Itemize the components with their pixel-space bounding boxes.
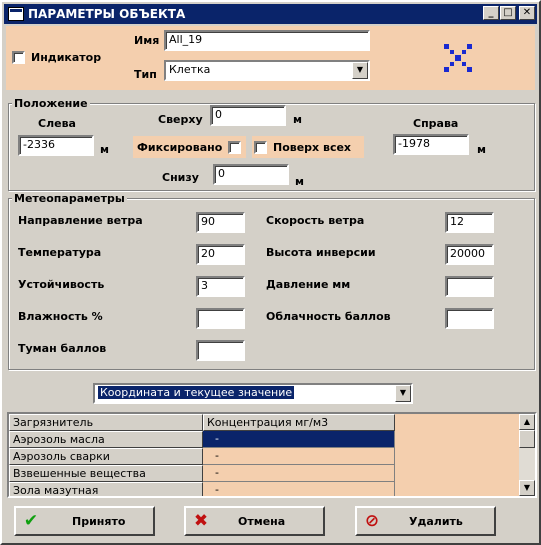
wind-dir-label: Направление ветра bbox=[18, 214, 143, 227]
table-row-header[interactable]: Зола мазутная bbox=[9, 482, 203, 496]
fog-input[interactable] bbox=[196, 340, 245, 361]
humidity-input[interactable] bbox=[196, 308, 245, 329]
meteo-group-label: Метеопараметры bbox=[12, 192, 127, 205]
cancel-button[interactable]: ✖ Отмена bbox=[184, 506, 325, 536]
pressure-input[interactable] bbox=[445, 276, 494, 297]
type-value: Клетка bbox=[169, 63, 211, 76]
window-title: ПАРАМЕТРЫ ОБЪЕКТА bbox=[28, 7, 186, 21]
accept-label: Принято bbox=[72, 514, 126, 528]
table-cell[interactable]: - bbox=[203, 448, 395, 465]
stability-input[interactable]: 3 bbox=[196, 276, 245, 297]
column-header-concentration[interactable]: Концентрация мг/м3 bbox=[203, 414, 395, 431]
mode-value: Координата и текущее значение bbox=[98, 386, 295, 399]
accept-button[interactable]: ✔ Принято bbox=[14, 506, 155, 536]
vertical-scrollbar[interactable]: ▲ ▼ bbox=[519, 414, 535, 496]
cancel-label: Отмена bbox=[238, 514, 286, 528]
right-unit: м bbox=[477, 143, 486, 156]
wind-speed-input[interactable]: 12 bbox=[445, 212, 494, 233]
humidity-label: Влажность % bbox=[18, 310, 103, 323]
fog-label: Туман баллов bbox=[18, 342, 107, 355]
type-select[interactable]: Клетка ▼ bbox=[164, 60, 370, 81]
left-input[interactable]: -2336 bbox=[18, 135, 94, 156]
delete-label: Удалить bbox=[409, 514, 463, 528]
scroll-down-icon[interactable]: ▼ bbox=[519, 480, 535, 496]
cell-value: - bbox=[215, 432, 219, 445]
indicator-checkbox[interactable] bbox=[12, 51, 25, 64]
table-row-header[interactable]: Аэрозоль масла bbox=[9, 431, 203, 448]
checkmark-icon: ✔ bbox=[23, 511, 39, 531]
cell-value: - bbox=[215, 449, 219, 462]
right-label: Справа bbox=[413, 117, 459, 130]
delete-button[interactable]: ⊘ Удалить bbox=[355, 506, 496, 536]
cloud-input[interactable] bbox=[445, 308, 494, 329]
scroll-thumb[interactable] bbox=[519, 430, 535, 448]
top-label: Сверху bbox=[158, 113, 203, 126]
indicator-label: Индикатор bbox=[31, 51, 102, 64]
cell-value: - bbox=[215, 483, 219, 496]
inversion-input[interactable]: 20000 bbox=[445, 244, 494, 265]
ontop-checkbox[interactable] bbox=[254, 141, 267, 154]
bottom-unit: м bbox=[295, 175, 304, 188]
fixed-label: Фиксировано bbox=[137, 141, 223, 154]
temperature-label: Температура bbox=[18, 246, 102, 259]
position-group-label: Положение bbox=[12, 97, 90, 110]
right-input[interactable]: -1978 bbox=[393, 134, 469, 155]
cross-icon: ✖ bbox=[193, 511, 209, 531]
pressure-label: Давление мм bbox=[266, 278, 351, 291]
ontop-label: Поверх всех bbox=[273, 141, 352, 154]
type-label: Тип bbox=[134, 68, 157, 81]
object-panel: Индикатор Имя All_19 Тип Клетка ▼ bbox=[6, 26, 535, 90]
scroll-up-icon[interactable]: ▲ bbox=[519, 414, 535, 430]
table-cell[interactable]: - bbox=[203, 465, 395, 482]
wind-dir-input[interactable]: 90 bbox=[196, 212, 245, 233]
cell-value: - bbox=[215, 466, 219, 479]
fixed-checkbox[interactable] bbox=[228, 141, 241, 154]
inversion-label: Высота инверсии bbox=[266, 246, 376, 259]
temperature-input[interactable]: 20 bbox=[196, 244, 245, 265]
bottom-label: Снизу bbox=[162, 171, 199, 184]
maximize-button[interactable]: □ bbox=[500, 6, 516, 20]
cloud-label: Облачность баллов bbox=[266, 310, 391, 323]
object-type-icon bbox=[442, 42, 474, 74]
mode-select[interactable]: Координата и текущее значение ▼ bbox=[93, 383, 413, 404]
chevron-down-icon[interactable]: ▼ bbox=[395, 385, 411, 402]
left-label: Слева bbox=[38, 117, 76, 130]
close-button[interactable]: ✕ bbox=[519, 6, 535, 20]
left-unit: м bbox=[100, 143, 109, 156]
wind-speed-label: Скорость ветра bbox=[266, 214, 365, 227]
minimize-button[interactable]: _ bbox=[483, 6, 499, 20]
table-cell[interactable]: - bbox=[203, 482, 395, 496]
stability-label: Устойчивость bbox=[18, 278, 105, 291]
name-label: Имя bbox=[134, 34, 160, 47]
table-row-header[interactable]: Взвешенные вещества bbox=[9, 465, 203, 482]
table-row-header[interactable]: Аэрозоль сварки bbox=[9, 448, 203, 465]
top-unit: м bbox=[293, 113, 302, 126]
pollutant-table: Загрязнитель Концентрация мг/м3 Аэрозоль… bbox=[7, 412, 537, 498]
bottom-input[interactable]: 0 bbox=[213, 164, 289, 185]
no-entry-icon: ⊘ bbox=[364, 511, 380, 531]
chevron-down-icon[interactable]: ▼ bbox=[352, 62, 368, 79]
column-header-pollutant[interactable]: Загрязнитель bbox=[9, 414, 203, 431]
top-input[interactable]: 0 bbox=[210, 105, 286, 126]
table-cell[interactable]: - bbox=[203, 431, 395, 448]
name-input[interactable]: All_19 bbox=[164, 30, 370, 51]
dialog-window: ПАРАМЕТРЫ ОБЪЕКТА _ □ ✕ Индикатор Имя Al… bbox=[0, 0, 541, 545]
title-bar[interactable]: ПАРАМЕТРЫ ОБЪЕКТА _ □ ✕ bbox=[4, 4, 537, 24]
window-icon bbox=[8, 7, 24, 21]
